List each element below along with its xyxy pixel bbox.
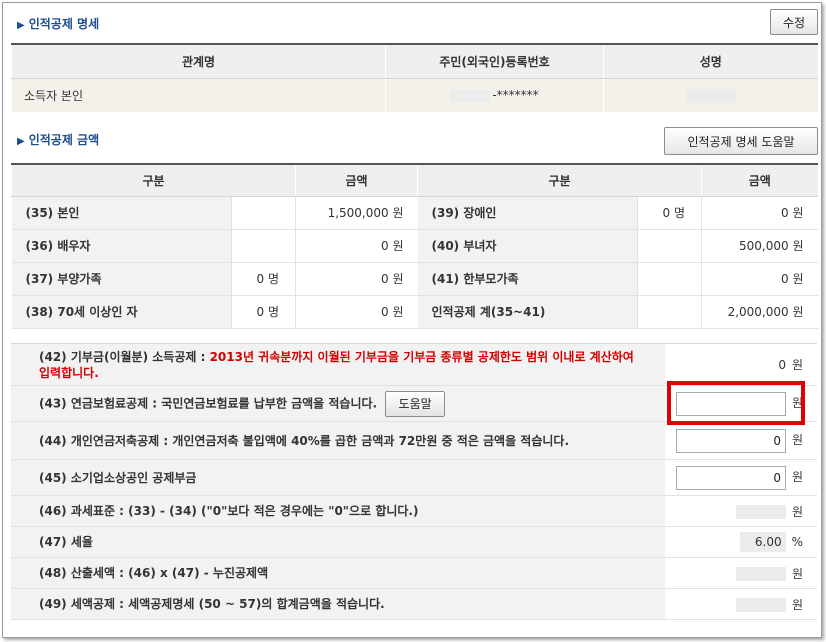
pension-insurance-label: (43) 연금보험료공제 : 국민연금보험료를 납부한 금액을 적습니다. 도움말 (11, 385, 665, 422)
personal-pension-value: 0원 (665, 421, 817, 460)
chevron-right-icon: ▶ (17, 20, 25, 31)
calculated-tax-label: (48) 산출세액 : (46) x (47) - 누진공제액 (11, 557, 665, 589)
amount-cell: 0 원 (295, 262, 418, 296)
personal-pension-input[interactable]: 0 (675, 428, 786, 453)
personal-deduction-help-button[interactable]: 인적공제 명세 도움말 (664, 127, 818, 155)
table-row: (49) 세액공제 : 세액공제명세 (50 ~ 57)의 합계금액을 적습니다… (11, 588, 817, 620)
header-category-left: 구분 (11, 164, 296, 197)
tax-base-label: (46) 과세표준 : (33) - (34) ("0"보다 적은 경우에는 "… (11, 495, 665, 527)
calculated-tax-value: 원 (665, 557, 817, 589)
personal-deduction-amount-table: 구분 금액 구분 금액 (35) 본인 1,500,000 원 (39) 장애인… (11, 163, 818, 329)
tax-rate-label: (47) 세율 (11, 526, 665, 558)
table-row: 소득자 본인 -******* (11, 78, 818, 112)
count-cell (231, 196, 296, 230)
table-row: (42) 기부금(이월분) 소득공제 : 2013년 귀속분까지 이월된 기부금… (11, 343, 817, 386)
count-cell (637, 295, 702, 329)
name-cell (603, 78, 818, 112)
amount-cell: 0 원 (701, 196, 818, 230)
section-title-personal-deduction-amount: ▶ 인적공제 금액 (17, 133, 100, 147)
small-business-input[interactable]: 0 (675, 465, 786, 490)
amount-cell: 0 원 (701, 262, 818, 296)
row-label: (37) 부양가족 (11, 262, 232, 296)
row-label: (39) 장애인 (417, 196, 638, 230)
tax-credit-value: 원 (665, 588, 817, 620)
header-category-right: 구분 (417, 164, 702, 197)
row-label: (40) 부녀자 (417, 229, 638, 263)
edit-button[interactable]: 수정 (770, 9, 818, 35)
row-label: (36) 배우자 (11, 229, 232, 263)
count-cell: 0 명 (231, 262, 296, 296)
header-relation: 관계명 (11, 44, 386, 79)
amount-cell: 0 원 (295, 229, 418, 263)
header-name: 성명 (603, 44, 818, 79)
tax-credit-redacted (735, 598, 786, 612)
tax-rate-value: 6.00% (665, 526, 817, 558)
table-row: (48) 산출세액 : (46) x (47) - 누진공제액 원 (11, 557, 817, 589)
table-row: (38) 70세 이상인 자 0 명 0 원 인적공제 계(35~41) 2,0… (11, 295, 818, 329)
ssn-redacted (450, 89, 491, 102)
count-cell (637, 229, 702, 263)
calculated-tax-redacted (735, 567, 786, 581)
count-cell: 0 명 (637, 196, 702, 230)
row-label: (38) 70세 이상인 자 (11, 295, 232, 329)
tax-credit-label: (49) 세액공제 : 세액공제명세 (50 ~ 57)의 합계금액을 적습니다… (11, 588, 665, 620)
relation-cell: 소득자 본인 (11, 78, 386, 112)
pension-help-button[interactable]: 도움말 (385, 390, 446, 417)
count-cell (231, 229, 296, 263)
name-redacted (685, 88, 736, 103)
table-row: (46) 과세표준 : (33) - (34) ("0"보다 적은 경우에는 "… (11, 495, 817, 527)
amount-cell: 0 원 (295, 295, 418, 329)
amount-cell: 1,500,000 원 (295, 196, 418, 230)
count-cell (637, 262, 702, 296)
tax-base-value: 원 (665, 495, 817, 527)
amount-cell: 500,000 원 (701, 229, 818, 263)
small-business-value: 0원 (665, 459, 817, 496)
ssn-cell: -******* (385, 78, 604, 112)
row-label: (35) 본인 (11, 196, 232, 230)
small-business-label: (45) 소기업소상공인 공제부금 (11, 459, 665, 496)
table-row: (37) 부양가족 0 명 0 원 (41) 한부모가족 0 원 (11, 262, 818, 296)
header-ssn: 주민(외국인)등록번호 (385, 44, 604, 79)
tax-rate-field: 6.00 (739, 532, 786, 552)
table-row: (47) 세율 6.00% (11, 526, 817, 558)
donation-carryover-value: 0원 (665, 343, 817, 386)
personal-pension-label: (44) 개인연금저축공제 : 개인연금저축 불입액에 40%를 곱한 금액과 … (11, 421, 665, 460)
table-row: (45) 소기업소상공인 공제부금 0원 (11, 459, 817, 496)
personal-deduction-details-table: 관계명 주민(외국인)등록번호 성명 소득자 본인 -******* (11, 43, 818, 112)
deduction-form: ▶ 인적공제 명세 수정 관계명 주민(외국인)등록번호 성명 소득자 본인 -*… (2, 2, 822, 638)
count-cell: 0 명 (231, 295, 296, 329)
header-amount-left: 금액 (295, 164, 418, 197)
table-row: (35) 본인 1,500,000 원 (39) 장애인 0 명 0 원 (11, 196, 818, 230)
amount-cell: 2,000,000 원 (701, 295, 818, 329)
chevron-right-icon: ▶ (17, 136, 25, 147)
row-label: 인적공제 계(35~41) (417, 295, 638, 329)
tax-base-redacted (735, 505, 786, 519)
section-title-personal-deduction-details: ▶ 인적공제 명세 (17, 17, 100, 31)
header-amount-right: 금액 (701, 164, 818, 197)
row-label: (41) 한부모가족 (417, 262, 638, 296)
highlight-box (667, 381, 805, 425)
table-row: (36) 배우자 0 원 (40) 부녀자 500,000 원 (11, 229, 818, 263)
table-row: (44) 개인연금저축공제 : 개인연금저축 불입액에 40%를 곱한 금액과 … (11, 421, 817, 460)
donation-carryover-label: (42) 기부금(이월분) 소득공제 : 2013년 귀속분까지 이월된 기부금… (11, 343, 665, 386)
